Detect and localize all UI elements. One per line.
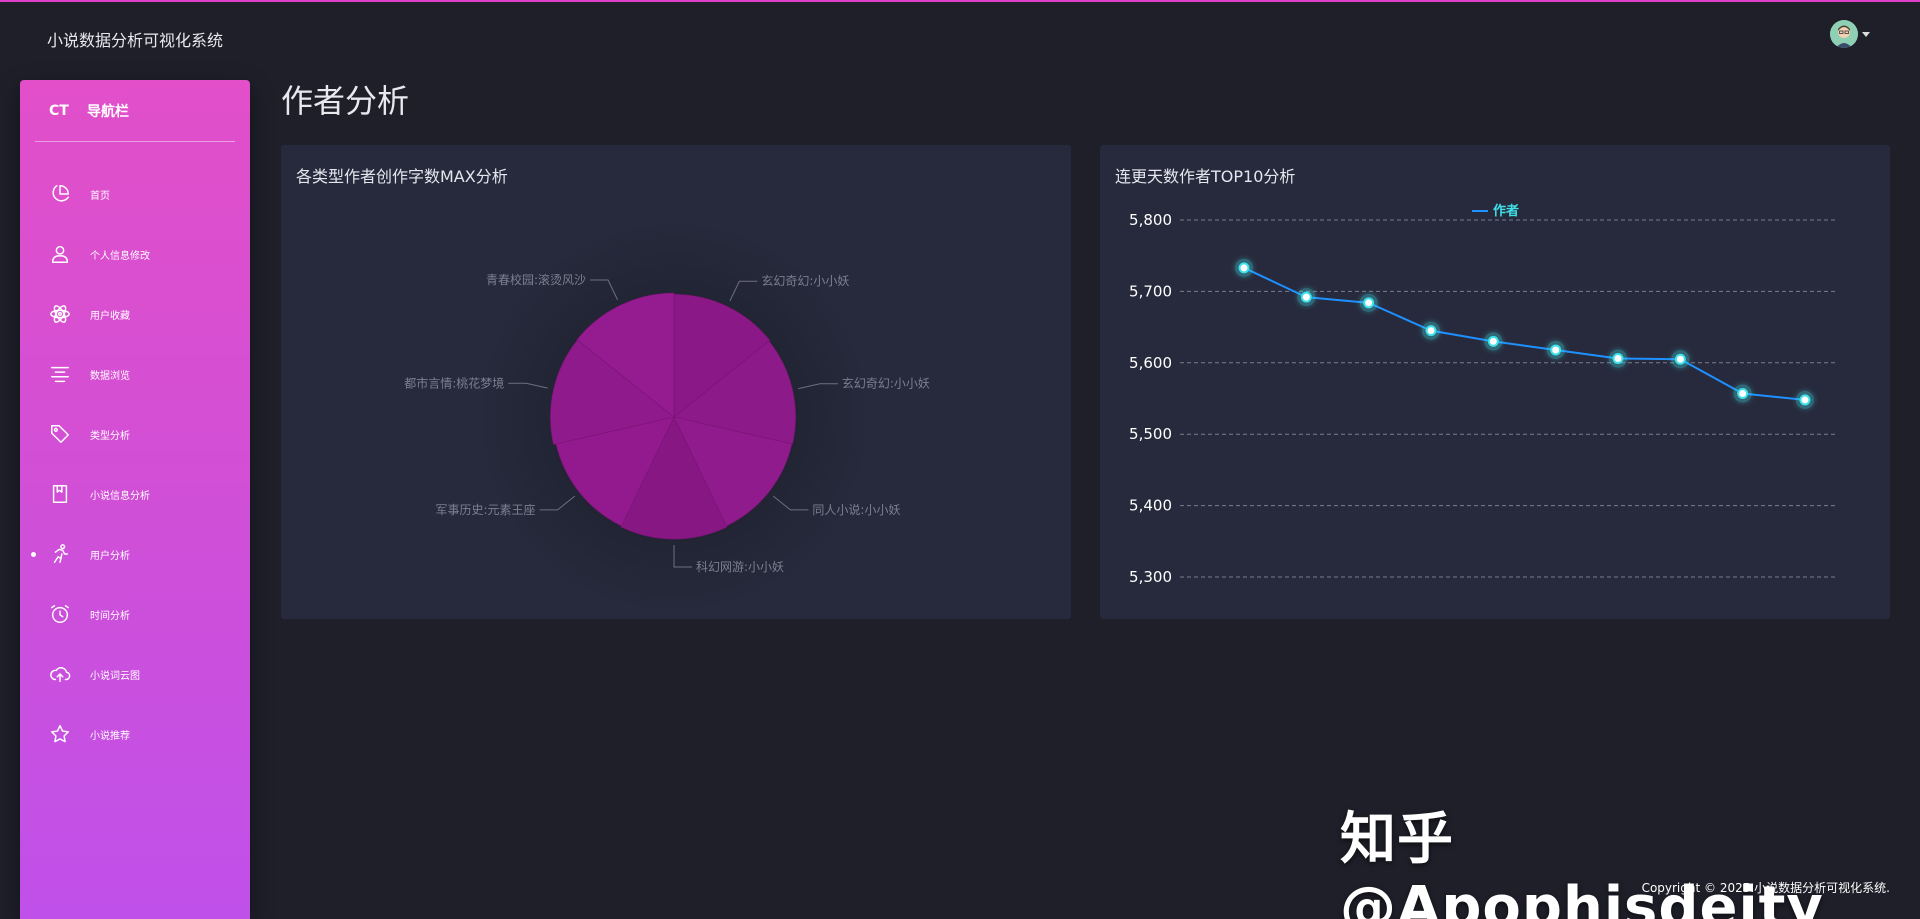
sidebar: CT 导航栏 首页 个人信息修改 用户收藏 数据浏览 类型分析 小说信息分析 用… <box>20 80 250 919</box>
data-point[interactable] <box>1612 353 1624 365</box>
sidebar-logo: CT <box>49 102 69 119</box>
data-point[interactable] <box>1737 388 1749 400</box>
page-title: 作者分析 <box>281 82 410 120</box>
sidebar-item-profile[interactable]: 个人信息修改 <box>20 224 250 284</box>
legend-label: 作者 <box>1493 203 1519 219</box>
sidebar-item-label: 个人信息修改 <box>90 250 150 262</box>
data-point[interactable] <box>1487 335 1499 347</box>
line-chart-card: 连更天数作者TOP10分析 作者 5,300 5,400 5,500 5,600 5,70… <box>1100 145 1890 619</box>
y-tick-label: 5,300 <box>1129 568 1172 586</box>
pie-chart-card: 各类型作者创作字数MAX分析 玄幻奇幻:小小妖 玄幻奇幻:小小妖 同人小说:小小妖科… <box>281 145 1071 619</box>
sidebar-menu: 首页 个人信息修改 用户收藏 数据浏览 类型分析 小说信息分析 用户分析 时间分… <box>20 164 250 764</box>
data-point[interactable] <box>1674 353 1686 365</box>
app-title: 小说数据分析可视化系统 <box>47 31 224 50</box>
star-icon <box>48 722 72 746</box>
sidebar-item-label: 小说词云图 <box>90 670 140 682</box>
data-point[interactable] <box>1300 291 1312 303</box>
data-point[interactable] <box>1425 325 1437 337</box>
sidebar-item-label: 小说信息分析 <box>90 490 150 502</box>
series-line <box>1243 266 1806 401</box>
pie-label: 玄幻奇幻:小小妖 <box>842 376 930 391</box>
y-tick-label: 5,500 <box>1129 425 1172 443</box>
pie-label: 军事历史:元素王座 <box>436 502 536 517</box>
avatar[interactable] <box>1830 20 1858 48</box>
atom-icon <box>48 302 72 326</box>
top-accent-line <box>0 0 1920 2</box>
sidebar-item-word-cloud[interactable]: 小说词云图 <box>20 644 250 704</box>
sidebar-item-user-analysis[interactable]: 用户分析 <box>20 524 250 584</box>
pie-chart-icon <box>48 182 72 206</box>
align-center-icon <box>48 362 72 386</box>
sidebar-item-time-analysis[interactable]: 时间分析 <box>20 584 250 644</box>
sidebar-item-novel-info[interactable]: 小说信息分析 <box>20 464 250 524</box>
sidebar-item-label: 首页 <box>90 190 110 202</box>
data-point[interactable] <box>1799 394 1811 406</box>
chart-legend[interactable]: 作者 <box>1472 203 1519 219</box>
sidebar-item-label: 类型分析 <box>90 430 130 442</box>
sidebar-item-label: 用户分析 <box>90 550 130 562</box>
sidebar-item-label: 用户收藏 <box>90 310 130 322</box>
tag-icon <box>48 422 72 446</box>
y-tick-label: 5,800 <box>1129 211 1172 229</box>
y-tick-label: 5,400 <box>1129 497 1172 515</box>
sidebar-item-recommend[interactable]: 小说推荐 <box>20 704 250 764</box>
sidebar-item-home[interactable]: 首页 <box>20 164 250 224</box>
pie-label: 青春校园:滚烫风沙 <box>486 272 586 287</box>
chevron-down-icon[interactable] <box>1862 31 1870 37</box>
data-point[interactable] <box>1238 262 1250 274</box>
data-point[interactable] <box>1363 297 1375 309</box>
pie-label: 玄幻奇幻:小小妖 <box>761 273 849 288</box>
sidebar-item-label: 数据浏览 <box>90 370 130 382</box>
book-icon <box>48 482 72 506</box>
running-icon <box>48 542 72 566</box>
alarm-clock-icon <box>48 602 72 626</box>
pie-label: 科幻网游:小小妖 <box>696 560 784 574</box>
user-icon <box>48 242 72 266</box>
y-tick-label: 5,700 <box>1129 282 1172 300</box>
y-tick-label: 5,600 <box>1129 354 1172 372</box>
sidebar-item-favorites[interactable]: 用户收藏 <box>20 284 250 344</box>
sidebar-item-type-analysis[interactable]: 类型分析 <box>20 404 250 464</box>
line-chart: 作者 5,300 5,400 5,500 5,600 5,700 5,800 <box>1129 203 1836 586</box>
active-indicator <box>31 551 36 557</box>
watermark: 知乎 @Apophisdeity <box>1340 807 1824 919</box>
user-menu[interactable] <box>1830 20 1870 48</box>
pie-label: 都市言情:桃花梦境 <box>404 375 504 390</box>
sidebar-item-label: 时间分析 <box>90 610 130 622</box>
sidebar-title: 导航栏 <box>87 103 129 120</box>
data-point[interactable] <box>1550 344 1562 356</box>
cloud-upload-icon <box>48 662 72 686</box>
sidebar-item-label: 小说推荐 <box>90 730 130 742</box>
sidebar-item-data-browse[interactable]: 数据浏览 <box>20 344 250 404</box>
copyright: Copyright © 2025.小说数据分析可视化系统. <box>1641 881 1890 895</box>
pie-chart: 玄幻奇幻:小小妖玄幻奇幻:小小妖同人小说:小小妖科幻网游:小小妖军事历史:元素王… <box>404 217 930 617</box>
pie-label: 同人小说:小小妖 <box>812 502 900 517</box>
sidebar-header: CT 导航栏 <box>35 80 235 142</box>
